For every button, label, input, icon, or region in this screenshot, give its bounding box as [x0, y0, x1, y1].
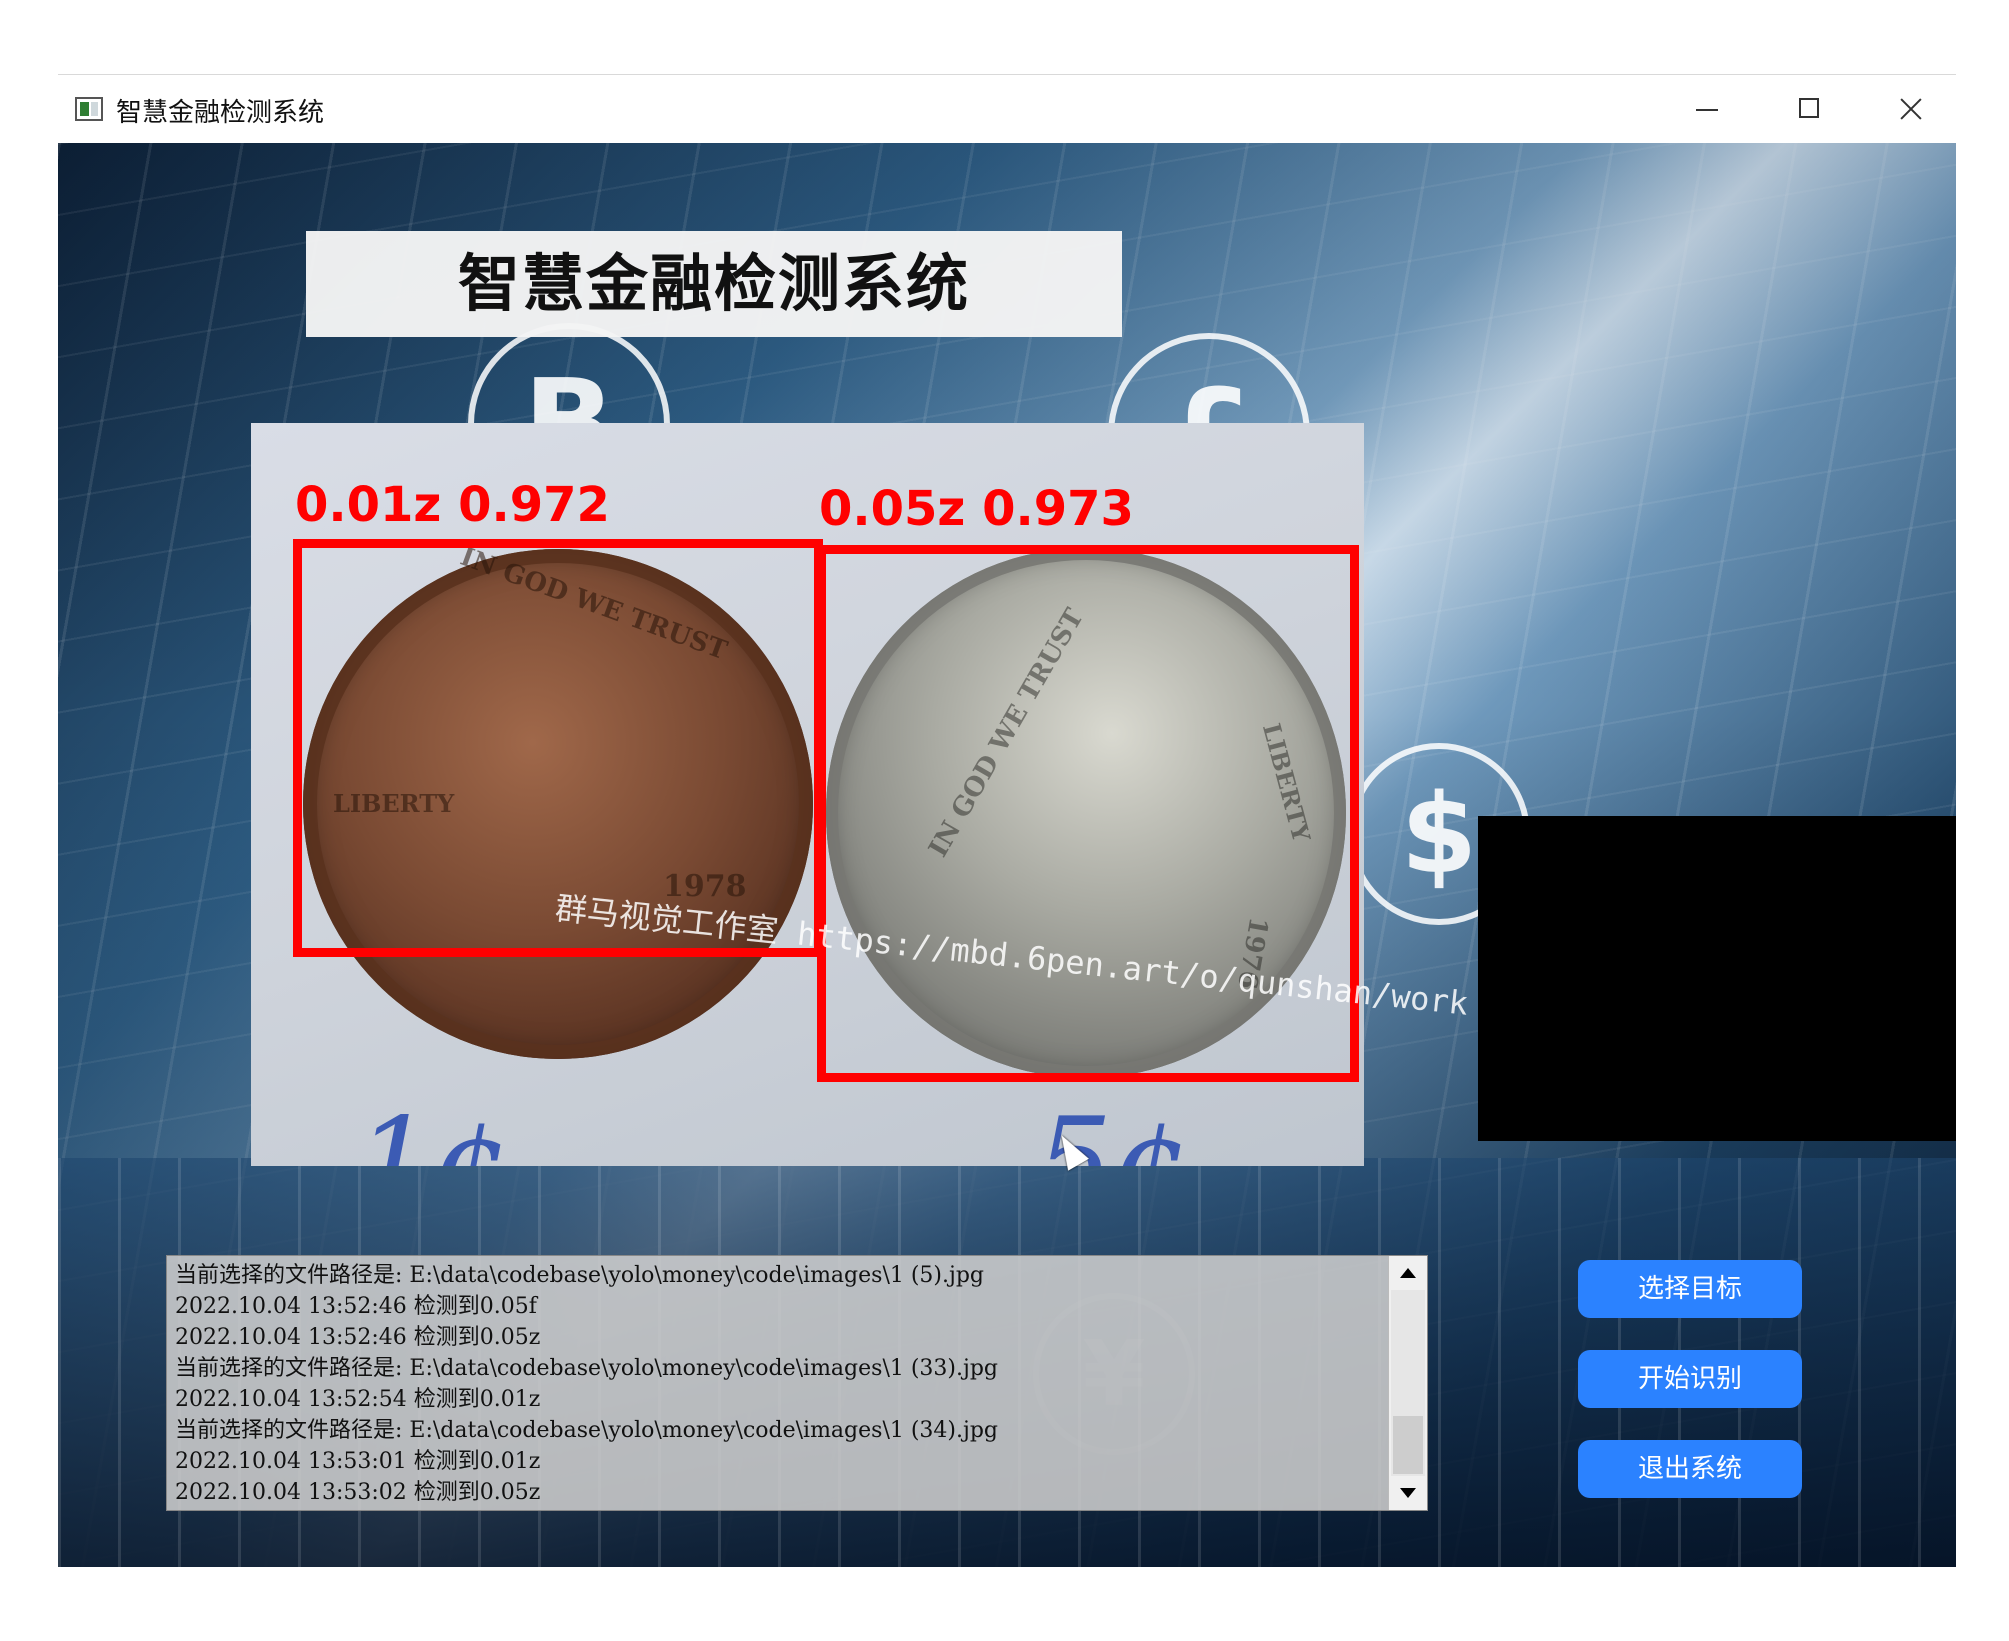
- main-panel: B £ $ ¥ 智慧金融检测系统 IN GOD WE TRUST LIBERTY…: [58, 143, 1956, 1567]
- handwritten-label: 1¢: [356, 1093, 509, 1166]
- log-line: 2022.10.04 13:53:01 检测到0.01z: [175, 1449, 541, 1474]
- detection-image: IN GOD WE TRUST LIBERTY 1978 IN GOD WE T…: [251, 423, 1364, 1166]
- log-line: 当前选择的文件路径是: E:\data\codebase\yolo\money\…: [175, 1263, 984, 1288]
- log-line: 2022.10.04 13:52:54 检测到0.01z: [175, 1387, 541, 1412]
- log-textbox[interactable]: 当前选择的文件路径是: E:\data\codebase\yolo\money\…: [166, 1255, 1428, 1511]
- log-lines: 当前选择的文件路径是: E:\data\codebase\yolo\money\…: [175, 1260, 1385, 1508]
- detection-label: 0.05z 0.973: [819, 481, 1134, 537]
- page-title-box: 智慧金融检测系统: [306, 231, 1122, 337]
- title-bar[interactable]: 智慧金融检测系统: [58, 75, 1956, 143]
- detection-label: 0.01z 0.972: [295, 477, 610, 533]
- start-recognition-button[interactable]: 开始识别: [1578, 1350, 1802, 1408]
- log-line: 2022.10.04 13:52:46 检测到0.05z: [175, 1325, 541, 1350]
- window-title: 智慧金融检测系统: [116, 98, 325, 128]
- log-line: 当前选择的文件路径是: E:\data\codebase\yolo\money\…: [175, 1356, 998, 1381]
- log-scrollbar[interactable]: [1388, 1256, 1427, 1510]
- minimize-icon[interactable]: [1662, 83, 1752, 135]
- scroll-thumb[interactable]: [1393, 1416, 1423, 1474]
- page-title: 智慧金融检测系统: [457, 247, 970, 320]
- log-line: 2022.10.04 13:52:46 检测到0.05f: [175, 1294, 537, 1319]
- bg-symbol-text: $: [1400, 770, 1478, 898]
- scroll-down-arrow-icon[interactable]: [1389, 1476, 1427, 1510]
- log-line: 2022.10.04 13:53:02 检测到0.05z: [175, 1480, 541, 1505]
- app-icon: [75, 97, 103, 121]
- dark-panel: [1478, 816, 1956, 1141]
- select-target-button[interactable]: 选择目标: [1578, 1260, 1802, 1318]
- close-icon[interactable]: [1866, 83, 1956, 135]
- app-window: 智慧金融检测系统 B £ $ ¥ 智慧金融检测系统 IN GOD WE TRUS…: [58, 75, 1956, 1567]
- exit-system-button[interactable]: 退出系统: [1578, 1440, 1802, 1498]
- log-line: 当前选择的文件路径是: E:\data\codebase\yolo\money\…: [175, 1418, 998, 1443]
- maximize-icon[interactable]: [1764, 83, 1854, 135]
- scroll-up-arrow-icon[interactable]: [1389, 1256, 1427, 1290]
